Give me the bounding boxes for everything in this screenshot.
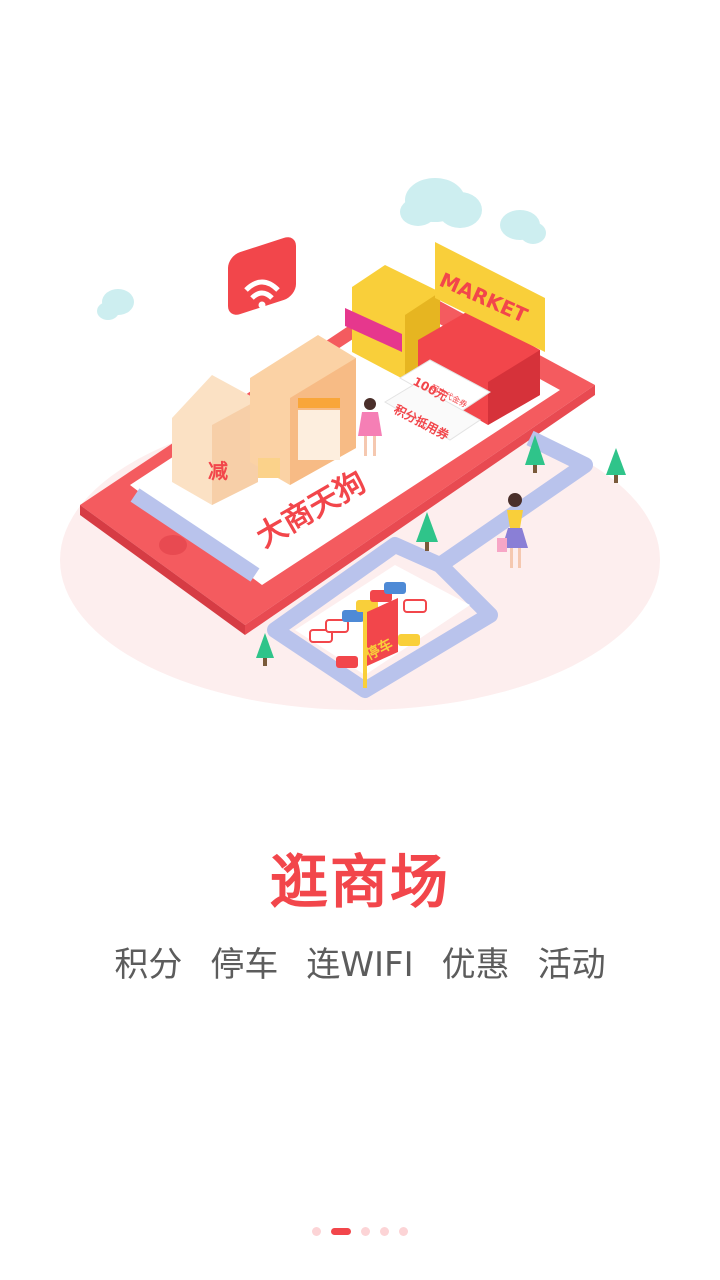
pager-dot[interactable] — [361, 1226, 370, 1236]
car-icon — [384, 582, 406, 594]
feature-list: 积分 停车 连WIFI 优惠 活动 — [0, 938, 720, 992]
cloud-icon — [500, 210, 546, 244]
feature-item: 活动 — [537, 945, 606, 985]
pager-dot[interactable] — [312, 1226, 321, 1236]
page-title: 逛商场 — [269, 848, 450, 916]
feature-item: 优惠 — [441, 945, 510, 985]
feature-item: 停车 — [210, 945, 279, 985]
wifi-icon — [228, 237, 296, 315]
feature-item: 连WIFI — [306, 945, 414, 985]
page-indicator — [0, 1224, 720, 1238]
cloud-icon — [400, 178, 482, 228]
discount-sign: 减 — [208, 459, 228, 483]
feature-item: 积分 — [114, 945, 183, 985]
cloud-icon — [97, 289, 134, 320]
car-icon — [398, 634, 420, 646]
car-icon — [336, 656, 358, 668]
onboarding-illustration: 减 MARKET 100元 超市代金券 积分抵用券 大商天狗 停车 — [0, 150, 720, 790]
pager-dot[interactable] — [399, 1226, 408, 1236]
pager-dot-active[interactable] — [331, 1227, 351, 1235]
car-icon — [403, 599, 427, 613]
pager-dot[interactable] — [380, 1226, 389, 1236]
